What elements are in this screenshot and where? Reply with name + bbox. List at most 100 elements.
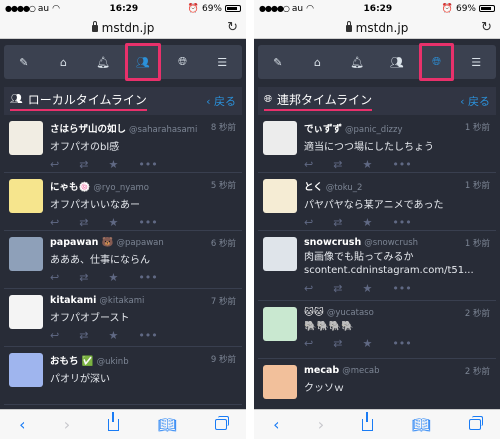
star-icon[interactable]: ★ bbox=[362, 216, 372, 229]
display-name[interactable]: おもち ✅ bbox=[50, 353, 94, 367]
local-timeline-button[interactable]: 👥︎ bbox=[123, 43, 163, 81]
avatar[interactable] bbox=[263, 365, 297, 399]
boost-icon[interactable]: ⇄ bbox=[79, 158, 88, 171]
avatar[interactable] bbox=[263, 307, 297, 341]
reply-icon[interactable]: ↩ bbox=[304, 158, 313, 171]
display-name[interactable]: mecab bbox=[304, 365, 339, 376]
reply-icon[interactable]: ↩ bbox=[50, 216, 59, 229]
address-bar[interactable]: mstdn.jp ↻ bbox=[254, 17, 500, 39]
star-icon[interactable]: ★ bbox=[108, 216, 118, 229]
more-icon[interactable]: ••• bbox=[392, 216, 411, 229]
compose-button[interactable]: ✎ bbox=[258, 45, 298, 79]
compose-button[interactable]: ✎ bbox=[4, 45, 44, 79]
star-icon[interactable]: ★ bbox=[108, 329, 118, 342]
more-icon[interactable]: ••• bbox=[392, 337, 411, 350]
status-item[interactable]: さはらザ山の如し @saharahasami オフパオのbl感 ↩ ⇄ ★ ••• 8 … bbox=[4, 115, 242, 173]
tabs-icon[interactable] bbox=[468, 416, 483, 430]
status-item[interactable]: kitakami @kitakami オフパオブースト ↩ ⇄ ★ ••• 7 秒前 bbox=[4, 289, 242, 347]
home-button[interactable]: ⌂ bbox=[298, 45, 338, 79]
menu-button[interactable]: ☰ bbox=[202, 45, 242, 79]
reply-icon[interactable]: ↩ bbox=[304, 216, 313, 229]
back-arrow-icon[interactable]: ‹ bbox=[273, 415, 279, 434]
reply-icon[interactable]: ↩ bbox=[304, 282, 313, 295]
star-icon[interactable]: ★ bbox=[108, 158, 118, 171]
avatar[interactable] bbox=[9, 121, 43, 155]
avatar[interactable] bbox=[263, 179, 297, 213]
boost-icon[interactable]: ⇄ bbox=[79, 216, 88, 229]
star-icon[interactable]: ★ bbox=[362, 282, 372, 295]
display-name[interactable]: papawan 🐻 bbox=[50, 237, 114, 248]
boost-icon[interactable]: ⇄ bbox=[79, 271, 88, 284]
status-item[interactable]: snowcrush @snowcrush 肉画像でも貼ってみるか scontent… bbox=[258, 231, 496, 301]
back-arrow-icon[interactable]: ‹ bbox=[19, 415, 25, 434]
display-name[interactable]: さはらザ山の如し bbox=[50, 121, 126, 135]
display-name[interactable]: でぃずず bbox=[304, 121, 342, 135]
avatar[interactable] bbox=[9, 237, 43, 271]
notifications-button[interactable]: 🔔︎ bbox=[337, 45, 377, 79]
bookmarks-icon[interactable]: 📖︎ bbox=[158, 416, 177, 434]
star-icon[interactable]: ★ bbox=[362, 337, 372, 350]
avatar[interactable] bbox=[263, 121, 297, 155]
timestamp[interactable]: 8 秒前 bbox=[211, 121, 236, 133]
timestamp[interactable]: 6 秒前 bbox=[211, 237, 236, 249]
more-icon[interactable]: ••• bbox=[392, 282, 411, 295]
display-name[interactable]: 🐱🐱 bbox=[304, 307, 324, 318]
display-name[interactable]: にゃも🍥 bbox=[50, 179, 90, 193]
timestamp[interactable]: 5 秒前 bbox=[211, 179, 236, 191]
more-icon[interactable]: ••• bbox=[392, 158, 411, 171]
bookmarks-icon[interactable]: 📖︎ bbox=[412, 416, 431, 434]
share-icon[interactable] bbox=[108, 411, 120, 431]
tabs-icon[interactable] bbox=[214, 416, 229, 430]
reload-icon[interactable]: ↻ bbox=[481, 20, 492, 35]
address-bar[interactable]: mstdn.jp ↻ bbox=[0, 17, 246, 39]
share-icon[interactable] bbox=[362, 411, 374, 431]
timestamp[interactable]: 1 秒前 bbox=[465, 179, 490, 191]
status-item[interactable]: にゃも🍥 @ryo_nyamo オフパオいいなあー ↩ ⇄ ★ ••• 5 秒前 bbox=[4, 173, 242, 231]
timestamp[interactable]: 7 秒前 bbox=[211, 295, 236, 307]
globe-icon: 🌐︎ bbox=[178, 55, 187, 68]
reload-icon[interactable]: ↻ bbox=[227, 20, 238, 35]
status-item[interactable]: papawan 🐻 @papawan あああ、仕事にならん ↩ ⇄ ★ ••• 6 秒前 bbox=[4, 231, 242, 289]
timestamp[interactable]: 9 秒前 bbox=[211, 353, 236, 365]
avatar[interactable] bbox=[9, 295, 43, 329]
boost-icon[interactable]: ⇄ bbox=[79, 329, 88, 342]
boost-icon[interactable]: ⇄ bbox=[333, 337, 342, 350]
federated-timeline-button[interactable]: 🌐︎ bbox=[417, 43, 457, 81]
reply-icon[interactable]: ↩ bbox=[50, 329, 59, 342]
notifications-button[interactable]: 🔔︎ bbox=[83, 45, 123, 79]
boost-icon[interactable]: ⇄ bbox=[333, 282, 342, 295]
forward-arrow-icon[interactable]: › bbox=[318, 415, 324, 434]
display-name[interactable]: kitakami bbox=[50, 295, 96, 306]
forward-arrow-icon[interactable]: › bbox=[64, 415, 70, 434]
more-icon[interactable]: ••• bbox=[138, 216, 157, 229]
star-icon[interactable]: ★ bbox=[362, 158, 372, 171]
avatar[interactable] bbox=[9, 179, 43, 213]
timestamp[interactable]: 1 秒前 bbox=[465, 121, 490, 133]
menu-button[interactable]: ☰ bbox=[456, 45, 496, 79]
avatar[interactable] bbox=[263, 237, 297, 271]
reply-icon[interactable]: ↩ bbox=[304, 337, 313, 350]
status-item[interactable]: 🐱🐱 @yucataso 🐘🐘🐘🐘 ↩ ⇄ ★ ••• 2 秒前 bbox=[258, 301, 496, 359]
timestamp[interactable]: 1 秒前 bbox=[465, 237, 490, 249]
timestamp[interactable]: 2 秒前 bbox=[465, 307, 490, 319]
display-name[interactable]: snowcrush bbox=[304, 237, 361, 248]
status-item[interactable]: おもち ✅ @ukinb パオリが深い 9 秒前 bbox=[4, 347, 242, 405]
status-item[interactable]: とく @toku_2 パヤパヤなら某アニメであった ↩ ⇄ ★ ••• 1 秒前 bbox=[258, 173, 496, 231]
avatar[interactable] bbox=[9, 353, 43, 387]
boost-icon[interactable]: ⇄ bbox=[333, 216, 342, 229]
display-name[interactable]: とく bbox=[304, 179, 323, 193]
status-item[interactable]: でぃずず @panic_dizzy 適当につつ場にしたしちょう ↩ ⇄ ★ ••• 1 … bbox=[258, 115, 496, 173]
federated-timeline-button[interactable]: 🌐︎ bbox=[163, 45, 203, 79]
more-icon[interactable]: ••• bbox=[138, 158, 157, 171]
star-icon[interactable]: ★ bbox=[108, 271, 118, 284]
boost-icon[interactable]: ⇄ bbox=[333, 158, 342, 171]
back-button[interactable]: ‹ 戻る bbox=[206, 93, 236, 109]
local-timeline-button[interactable]: 👥︎ bbox=[377, 45, 417, 79]
more-icon[interactable]: ••• bbox=[138, 329, 157, 342]
more-icon[interactable]: ••• bbox=[138, 271, 157, 284]
back-button[interactable]: ‹ 戻る bbox=[460, 93, 490, 109]
home-button[interactable]: ⌂ bbox=[44, 45, 84, 79]
reply-icon[interactable]: ↩ bbox=[50, 158, 59, 171]
timestamp[interactable]: 2 秒前 bbox=[465, 365, 490, 377]
reply-icon[interactable]: ↩ bbox=[50, 271, 59, 284]
